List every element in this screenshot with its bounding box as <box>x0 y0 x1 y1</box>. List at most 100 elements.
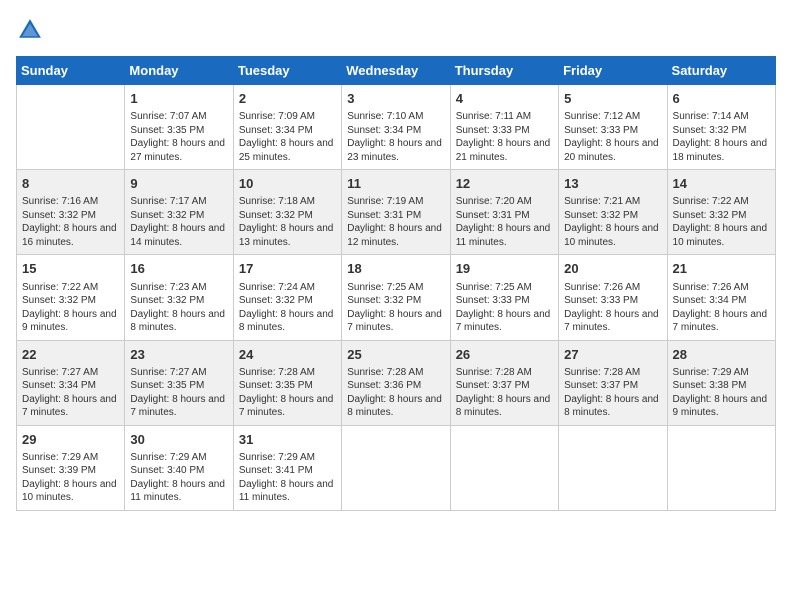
day-header-thursday: Thursday <box>450 57 558 85</box>
day-number: 26 <box>456 346 553 364</box>
day-info: Sunrise: 7:29 AMSunset: 3:41 PMDaylight:… <box>239 451 336 505</box>
day-number: 8 <box>22 175 119 193</box>
day-number: 21 <box>673 260 770 278</box>
calendar-cell <box>667 425 775 510</box>
day-number: 3 <box>347 90 444 108</box>
day-info: Sunrise: 7:22 AMSunset: 3:32 PMDaylight:… <box>673 195 770 249</box>
calendar-cell: 24 Sunrise: 7:28 AMSunset: 3:35 PMDayligh… <box>233 340 341 425</box>
day-info: Sunrise: 7:29 AMSunset: 3:40 PMDaylight:… <box>130 451 227 505</box>
day-info: Sunrise: 7:28 AMSunset: 3:37 PMDaylight:… <box>564 366 661 420</box>
day-number: 24 <box>239 346 336 364</box>
day-info: Sunrise: 7:16 AMSunset: 3:32 PMDaylight:… <box>22 195 119 249</box>
calendar-cell: 22Sunrise: 7:27 AMSunset: 3:34 PMDayligh… <box>17 340 125 425</box>
day-number: 30 <box>130 431 227 449</box>
calendar-cell: 27 Sunrise: 7:28 AMSunset: 3:37 PMDayligh… <box>559 340 667 425</box>
day-number: 15 <box>22 260 119 278</box>
calendar-cell: 12 Sunrise: 7:20 AMSunset: 3:31 PMDayligh… <box>450 170 558 255</box>
calendar-cell: 6 Sunrise: 7:14 AMSunset: 3:32 PMDaylight… <box>667 85 775 170</box>
calendar-cell: 2 Sunrise: 7:09 AMSunset: 3:34 PMDaylight… <box>233 85 341 170</box>
calendar-header-row: SundayMondayTuesdayWednesdayThursdayFrid… <box>17 57 776 85</box>
calendar-cell: 23 Sunrise: 7:27 AMSunset: 3:35 PMDayligh… <box>125 340 233 425</box>
day-number: 14 <box>673 175 770 193</box>
day-info: Sunrise: 7:22 AMSunset: 3:32 PMDaylight:… <box>22 281 119 335</box>
day-number: 13 <box>564 175 661 193</box>
calendar-cell: 1 Sunrise: 7:07 AMSunset: 3:35 PMDaylight… <box>125 85 233 170</box>
day-number: 28 <box>673 346 770 364</box>
calendar-cell: 15 Sunrise: 7:22 AMSunset: 3:32 PMDayligh… <box>17 255 125 340</box>
calendar-cell: 30 Sunrise: 7:29 AMSunset: 3:40 PMDayligh… <box>125 425 233 510</box>
logo <box>16 16 48 44</box>
day-info: Sunrise: 7:17 AMSunset: 3:32 PMDaylight:… <box>130 195 227 249</box>
day-number: 2 <box>239 90 336 108</box>
day-header-friday: Friday <box>559 57 667 85</box>
calendar-cell: 21 Sunrise: 7:26 AMSunset: 3:34 PMDayligh… <box>667 255 775 340</box>
logo-icon <box>16 16 44 44</box>
week-row-1: 1 Sunrise: 7:07 AMSunset: 3:35 PMDaylight… <box>17 85 776 170</box>
day-info: Sunrise: 7:29 AMSunset: 3:39 PMDaylight:… <box>22 451 119 505</box>
day-info: Sunrise: 7:27 AMSunset: 3:34 PMDaylight:… <box>22 366 119 420</box>
day-number: 9 <box>130 175 227 193</box>
day-info: Sunrise: 7:10 AMSunset: 3:34 PMDaylight:… <box>347 110 444 164</box>
day-info: Sunrise: 7:28 AMSunset: 3:35 PMDaylight:… <box>239 366 336 420</box>
calendar-cell: 4 Sunrise: 7:11 AMSunset: 3:33 PMDaylight… <box>450 85 558 170</box>
day-info: Sunrise: 7:28 AMSunset: 3:36 PMDaylight:… <box>347 366 444 420</box>
day-info: Sunrise: 7:28 AMSunset: 3:37 PMDaylight:… <box>456 366 553 420</box>
calendar-cell: 3 Sunrise: 7:10 AMSunset: 3:34 PMDaylight… <box>342 85 450 170</box>
day-header-wednesday: Wednesday <box>342 57 450 85</box>
day-info: Sunrise: 7:19 AMSunset: 3:31 PMDaylight:… <box>347 195 444 249</box>
calendar-cell: 26 Sunrise: 7:28 AMSunset: 3:37 PMDayligh… <box>450 340 558 425</box>
day-info: Sunrise: 7:14 AMSunset: 3:32 PMDaylight:… <box>673 110 770 164</box>
calendar-table: SundayMondayTuesdayWednesdayThursdayFrid… <box>16 56 776 511</box>
calendar-cell: 5 Sunrise: 7:12 AMSunset: 3:33 PMDaylight… <box>559 85 667 170</box>
calendar-cell: 31 Sunrise: 7:29 AMSunset: 3:41 PMDayligh… <box>233 425 341 510</box>
day-number: 10 <box>239 175 336 193</box>
day-info: Sunrise: 7:20 AMSunset: 3:31 PMDaylight:… <box>456 195 553 249</box>
calendar-cell <box>450 425 558 510</box>
day-number: 5 <box>564 90 661 108</box>
day-header-saturday: Saturday <box>667 57 775 85</box>
calendar-cell: 16Sunrise: 7:23 AMSunset: 3:32 PMDayligh… <box>125 255 233 340</box>
day-header-sunday: Sunday <box>17 57 125 85</box>
day-header-monday: Monday <box>125 57 233 85</box>
day-number: 18 <box>347 260 444 278</box>
day-info: Sunrise: 7:21 AMSunset: 3:32 PMDaylight:… <box>564 195 661 249</box>
day-info: Sunrise: 7:07 AMSunset: 3:35 PMDaylight:… <box>130 110 227 164</box>
calendar-cell: 18 Sunrise: 7:25 AMSunset: 3:32 PMDayligh… <box>342 255 450 340</box>
calendar-cell: 9 Sunrise: 7:17 AMSunset: 3:32 PMDaylight… <box>125 170 233 255</box>
day-header-tuesday: Tuesday <box>233 57 341 85</box>
day-info: Sunrise: 7:12 AMSunset: 3:33 PMDaylight:… <box>564 110 661 164</box>
day-number: 1 <box>130 90 227 108</box>
day-info: Sunrise: 7:26 AMSunset: 3:33 PMDaylight:… <box>564 281 661 335</box>
calendar-cell <box>17 85 125 170</box>
day-info: Sunrise: 7:26 AMSunset: 3:34 PMDaylight:… <box>673 281 770 335</box>
day-number: 19 <box>456 260 553 278</box>
calendar-cell: 13 Sunrise: 7:21 AMSunset: 3:32 PMDayligh… <box>559 170 667 255</box>
day-number: 31 <box>239 431 336 449</box>
day-number: 4 <box>456 90 553 108</box>
day-number: 17 <box>239 260 336 278</box>
day-info: Sunrise: 7:25 AMSunset: 3:33 PMDaylight:… <box>456 281 553 335</box>
day-number: 27 <box>564 346 661 364</box>
calendar-cell: 8 Sunrise: 7:16 AMSunset: 3:32 PMDaylight… <box>17 170 125 255</box>
day-info: Sunrise: 7:24 AMSunset: 3:32 PMDaylight:… <box>239 281 336 335</box>
day-info: Sunrise: 7:11 AMSunset: 3:33 PMDaylight:… <box>456 110 553 164</box>
day-number: 23 <box>130 346 227 364</box>
calendar-cell: 29 Sunrise: 7:29 AMSunset: 3:39 PMDayligh… <box>17 425 125 510</box>
week-row-2: 8 Sunrise: 7:16 AMSunset: 3:32 PMDaylight… <box>17 170 776 255</box>
day-info: Sunrise: 7:27 AMSunset: 3:35 PMDaylight:… <box>130 366 227 420</box>
day-info: Sunrise: 7:09 AMSunset: 3:34 PMDaylight:… <box>239 110 336 164</box>
calendar-cell: 11Sunrise: 7:19 AMSunset: 3:31 PMDayligh… <box>342 170 450 255</box>
calendar-cell <box>342 425 450 510</box>
calendar-cell <box>559 425 667 510</box>
week-row-4: 22Sunrise: 7:27 AMSunset: 3:34 PMDayligh… <box>17 340 776 425</box>
day-number: 12 <box>456 175 553 193</box>
calendar-cell: 14 Sunrise: 7:22 AMSunset: 3:32 PMDayligh… <box>667 170 775 255</box>
day-number: 29 <box>22 431 119 449</box>
day-number: 20 <box>564 260 661 278</box>
day-number: 6 <box>673 90 770 108</box>
calendar-cell: 20 Sunrise: 7:26 AMSunset: 3:33 PMDayligh… <box>559 255 667 340</box>
day-info: Sunrise: 7:25 AMSunset: 3:32 PMDaylight:… <box>347 281 444 335</box>
calendar-cell: 28Sunrise: 7:29 AMSunset: 3:38 PMDayligh… <box>667 340 775 425</box>
header <box>16 16 776 44</box>
week-row-5: 29 Sunrise: 7:29 AMSunset: 3:39 PMDayligh… <box>17 425 776 510</box>
